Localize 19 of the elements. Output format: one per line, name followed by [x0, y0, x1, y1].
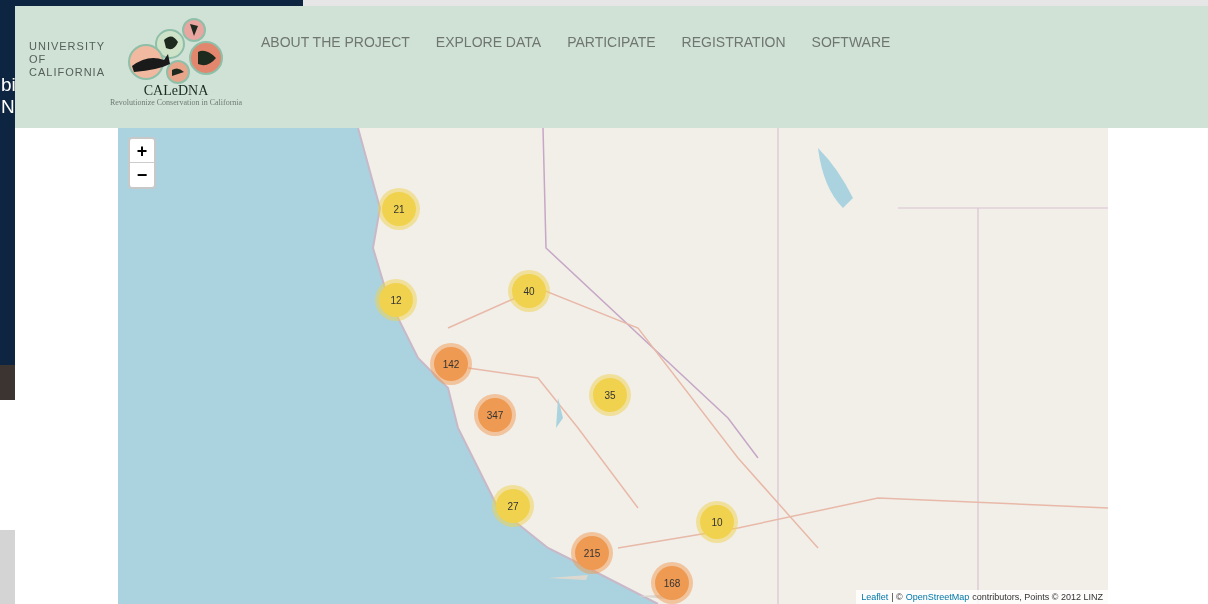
nav-link[interactable]: ABOUT THE PROJECT — [261, 32, 410, 53]
university-text: UNIVERSITY — [29, 40, 106, 53]
nav-link[interactable]: PARTICIPATE — [567, 32, 656, 53]
background-text: bi — [0, 74, 15, 96]
university-text: CALIFORNIA — [29, 66, 106, 79]
zoom-in-button[interactable]: + — [130, 139, 154, 163]
zoom-out-button[interactable]: − — [130, 163, 154, 187]
map[interactable]: + − 21 12 40 142 347 35 27 10 215 168 Leaflet | © OpenStreetMap contributors, Points © 2012 LINZ — [118, 128, 1108, 604]
background-text: N — [0, 96, 15, 118]
attribution-text: contributors, Points © 2012 LINZ — [972, 591, 1103, 604]
nav-link[interactable]: SOFTWARE — [811, 32, 891, 53]
leaflet-link[interactable]: Leaflet — [861, 590, 889, 604]
logo-tagline: Revolutionize Conservation in California — [109, 98, 243, 108]
university-text: OF — [29, 53, 48, 66]
logo-title: CALeDNA — [143, 84, 209, 98]
openstreetmap-link[interactable]: OpenStreetMap — [905, 590, 970, 604]
nav-link[interactable]: REGISTRATION — [681, 32, 786, 53]
attribution-separator: | © — [891, 591, 903, 604]
nav-link[interactable]: EXPLORE DATA — [435, 32, 542, 53]
